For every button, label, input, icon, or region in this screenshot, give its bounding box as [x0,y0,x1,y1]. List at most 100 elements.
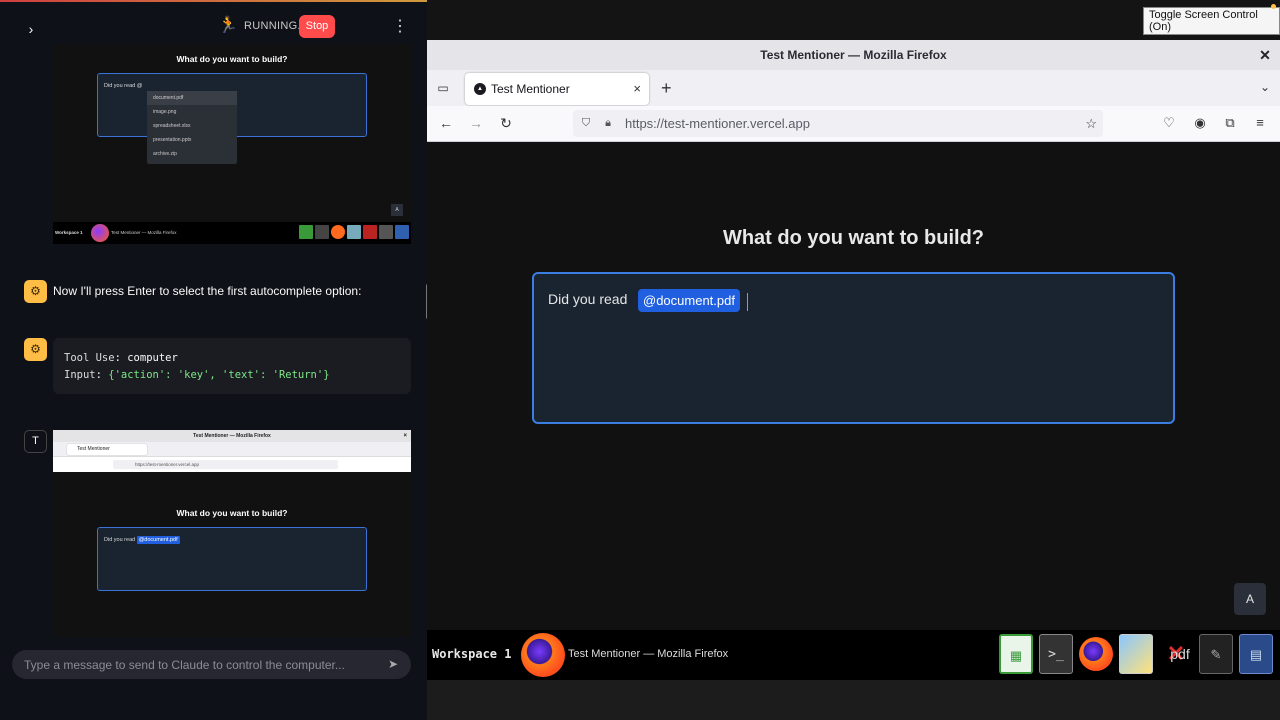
shield-icon[interactable]: ⛉ [579,116,593,130]
reload-icon[interactable]: ↻ [498,115,514,131]
mention-chip[interactable]: @document.pdf [638,289,740,312]
menu-icon[interactable]: ≡ [1252,115,1268,131]
app-tray: ▦ >_ ✕ pdf ✎ ▤ [999,634,1273,674]
thumb-a-button: A [391,204,403,216]
calculator-icon [395,225,409,239]
tool-use-value: computer [127,352,178,364]
input-value: {'action': 'key', 'text': 'Return'} [108,369,330,381]
firefox-window: Test Mentioner — Mozilla Firefox ✕ ▭ ▲ T… [427,40,1280,630]
task-title[interactable]: Test Mentioner — Mozilla Firefox [568,648,728,660]
assistant-message: Now I'll press Enter to select the first… [53,284,362,298]
thumb-autocomplete-list: document.pdf image.png spreadsheet.xlsx … [147,91,237,164]
window-titlebar: Test Mentioner — Mozilla Firefox ✕ [427,40,1280,70]
send-icon[interactable]: ➤ [388,657,402,671]
thumb-input-text: Did you read @ [104,83,143,89]
close-icon[interactable]: ✕ [1258,40,1272,70]
chat-input[interactable] [24,650,384,679]
thumb-heading: What do you want to build? [176,508,288,518]
tab-list-icon[interactable]: ▭ [435,80,451,96]
status-text: RUNNING... [244,20,308,32]
chat-panel: › 🏃 RUNNING... Stop ⋮ What do you want t… [0,0,427,720]
tab-label: Test Mentioner [491,82,570,96]
input-key: Input [64,369,96,381]
thumb-input-text: Did you read [104,537,136,543]
close-icon: × [403,433,407,439]
bookmark-star-icon[interactable]: ☆ [1085,116,1097,132]
favicon-icon: ▲ [474,83,486,95]
thumb-editor: Did you read @document.pdf [97,527,367,591]
chat-input-container: ➤ [12,650,411,679]
image-viewer-icon [347,225,361,239]
page-content: What do you want to build? Did you read … [427,142,1280,630]
pdf-label: pdf [1170,646,1190,662]
close-tab-icon[interactable]: × [633,81,641,96]
text-editor-icon [379,225,393,239]
thumb-workspace: Workspace 1 [55,230,83,235]
pdf-icon [363,225,377,239]
terminal-icon [315,225,329,239]
url-input[interactable] [625,114,1045,133]
taskbar: Workspace 1 Test Mentioner — Mozilla Fir… [427,630,1280,680]
running-status: 🏃 RUNNING... [218,16,308,36]
spreadsheet-icon [299,225,313,239]
thumb-tab: Test Mentioner [67,444,147,455]
thumb-task-title: Test Mentioner — Mozilla Firefox [111,230,177,235]
text-caret [747,293,748,311]
page-heading: What do you want to build? [722,227,985,249]
pocket-icon[interactable]: ♡ [1161,115,1177,131]
firefox-icon [331,225,345,239]
thumb-option: archive.zip [153,151,177,157]
stop-button[interactable]: Stop [299,15,335,38]
assistant-avatar-icon: ⚙ [24,280,47,303]
terminal-icon[interactable]: >_ [1039,634,1073,674]
workspace-label[interactable]: Workspace 1 [432,647,511,661]
firefox-icon [91,224,109,242]
forward-icon[interactable]: → [468,115,484,131]
user-avatar: T [24,430,47,453]
tab-test-mentioner[interactable]: ▲ Test Mentioner × [465,73,649,105]
tool-use-key: Tool Use [64,352,115,364]
thumb-taskbar: Workspace 1 Test Mentioner — Mozilla Fir… [53,222,411,244]
assistant-avatar-icon: ⚙ [24,338,47,361]
status-dot [1271,4,1276,9]
thumb-tray [299,225,409,239]
thumb-url: https://test-mentioner.vercel.app [113,460,338,469]
screenshot-thumbnail: What do you want to build? Did you read … [53,44,411,244]
thumb-mention-chip: @document.pdf [136,536,180,544]
screenshot-thumbnail: Test Mentioner — Mozilla Firefox × Test M… [53,430,411,637]
desktop-background [427,680,1280,720]
tool-use-block: Tool Use: computer Input: {'action': 'ke… [53,338,411,394]
a-button[interactable]: A [1234,583,1266,615]
firefox-icon[interactable] [1079,637,1113,671]
new-tab-icon[interactable]: + [661,79,672,97]
thumb-option: document.pdf [147,91,237,105]
editor-text: Did you read [548,291,628,307]
thumb-option: presentation.pptx [153,137,192,143]
url-bar: ⛉ 🔒︎ ☆ [573,110,1103,137]
toggle-screen-control-button[interactable]: Toggle Screen Control (On) [1143,7,1280,35]
thumb-option: image.png [153,109,177,115]
chevron-right-icon[interactable]: › [22,20,40,38]
firefox-icon[interactable] [521,633,565,677]
more-options-icon[interactable]: ⋮ [392,17,408,37]
text-editor-icon[interactable]: ✎ [1199,634,1233,674]
mention-editor[interactable]: Did you read @document.pdf [532,272,1175,424]
back-icon[interactable]: ← [438,115,454,131]
spreadsheet-icon[interactable]: ▦ [999,634,1033,674]
thumb-option: spreadsheet.xlsx [153,123,191,129]
image-viewer-icon[interactable] [1119,634,1153,674]
chevron-down-icon[interactable]: ⌄ [1260,80,1270,94]
account-icon[interactable]: ◉ [1192,115,1208,131]
remote-desktop: Toggle Screen Control (On) Test Mentione… [427,0,1280,720]
tab-bar: ▭ ▲ Test Mentioner × + ⌄ [427,70,1280,106]
window-title: Test Mentioner — Mozilla Firefox [760,48,947,62]
extensions-icon[interactable]: ⧉ [1222,115,1238,131]
lock-icon[interactable]: 🔒︎ [601,116,615,130]
progress-stripe [0,0,427,2]
navigation-bar: ← → ↻ ⛉ 🔒︎ ☆ ♡ ◉ ⧉ ≡ [427,106,1280,142]
thumb-heading: What do you want to build? [176,54,288,64]
running-man-icon: 🏃 [218,17,238,34]
thumb-firefox-chrome: Test Mentioner — Mozilla Firefox × Test M… [53,430,411,472]
thumb-window-title: Test Mentioner — Mozilla Firefox [193,433,271,439]
calculator-icon[interactable]: ▤ [1239,634,1273,674]
